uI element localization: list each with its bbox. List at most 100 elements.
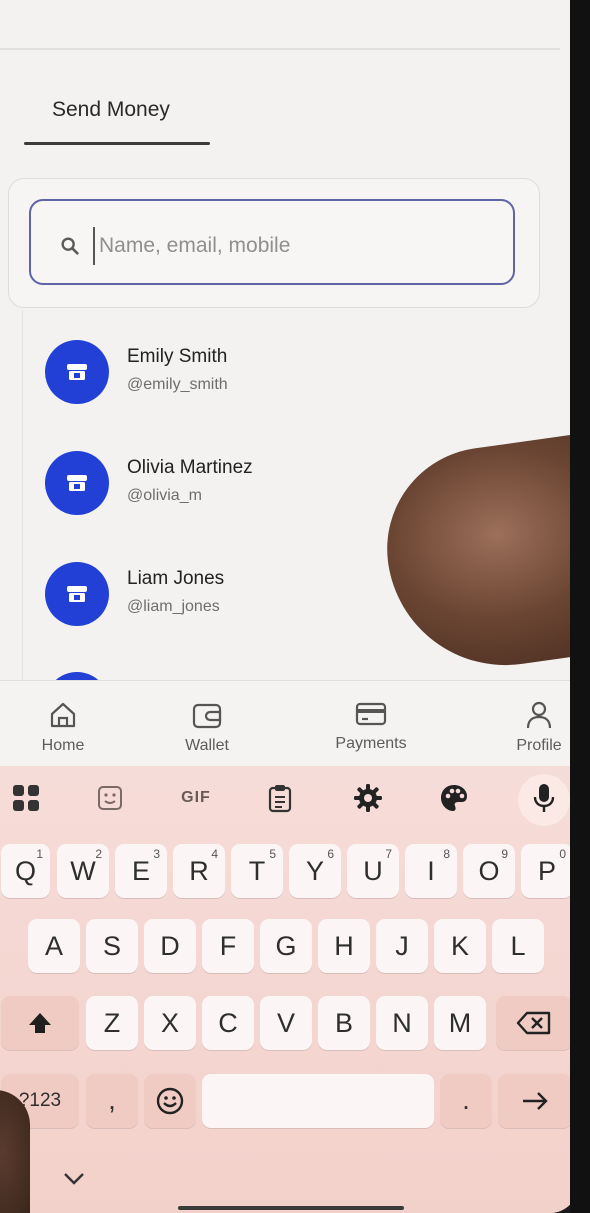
key-hint: 2 xyxy=(95,847,102,861)
key-c[interactable]: C xyxy=(202,996,254,1050)
app-screen: Send Money Emily Smith @emily_smith xyxy=(0,0,578,1213)
key-hint: 3 xyxy=(153,847,160,861)
key-u[interactable]: U7 xyxy=(347,844,399,898)
key-f[interactable]: F xyxy=(202,919,254,973)
nav-wallet[interactable]: Wallet xyxy=(152,699,262,755)
mic-icon[interactable] xyxy=(528,782,560,814)
nav-home[interactable]: Home xyxy=(8,699,118,755)
key-label: Y xyxy=(305,855,324,886)
key-x[interactable]: X xyxy=(144,996,196,1050)
person-icon xyxy=(526,701,552,729)
contact-handle: @olivia_m xyxy=(127,487,202,504)
contact-name: Emily Smith xyxy=(127,346,228,367)
key-t[interactable]: T5 xyxy=(231,844,283,898)
key-j[interactable]: J xyxy=(376,919,428,973)
key-i[interactable]: I8 xyxy=(405,844,457,898)
key-z[interactable]: Z xyxy=(86,996,138,1050)
contact-handle: @liam_jones xyxy=(127,598,220,615)
device-edge xyxy=(570,0,590,1213)
backspace-icon xyxy=(516,1011,551,1035)
search-box[interactable] xyxy=(29,199,515,285)
card-icon xyxy=(355,702,387,726)
key-v[interactable]: V xyxy=(260,996,312,1050)
nav-payments[interactable]: Payments xyxy=(316,699,426,753)
store-icon xyxy=(67,586,87,602)
nav-label: Payments xyxy=(335,735,407,752)
key-label: E xyxy=(131,855,150,886)
bottom-nav: Home Wallet Payments Profile xyxy=(0,680,578,767)
page-title: Send Money xyxy=(52,98,170,121)
search-icon xyxy=(61,237,79,255)
enter-key[interactable] xyxy=(498,1074,572,1128)
apps-grid-icon[interactable] xyxy=(10,782,42,814)
avatar xyxy=(45,451,109,515)
wallet-icon xyxy=(192,703,222,729)
nav-label: Wallet xyxy=(185,737,229,754)
key-label: Q xyxy=(14,855,36,886)
contact-name: Olivia Martinez xyxy=(127,457,253,478)
key-q[interactable]: Q1 xyxy=(1,844,50,898)
avatar xyxy=(45,340,109,404)
thumb-overlay xyxy=(0,1090,30,1213)
keyboard: G I F Q 1 W 2 E 3 R 4 T 5 Y 6 U 7 I 8 O 9 … xyxy=(0,766,578,1213)
arrow-right-icon xyxy=(523,1092,548,1110)
nav-profile[interactable]: Profile xyxy=(484,699,578,755)
key-hint: 9 xyxy=(501,847,508,861)
key-hint: 6 xyxy=(327,847,334,861)
key-s[interactable]: S xyxy=(86,919,138,973)
keyboard-toolbar: GIF xyxy=(0,766,578,832)
backspace-key[interactable] xyxy=(496,996,572,1050)
key-label: T xyxy=(248,855,266,886)
key-w[interactable]: W2 xyxy=(57,844,109,898)
gif-label: GIF xyxy=(181,789,211,806)
contact-name: Liam Jones xyxy=(127,568,225,589)
key-n[interactable]: N xyxy=(376,996,428,1050)
key-g[interactable]: G xyxy=(260,919,312,973)
contact-handle: @emily_smith xyxy=(127,376,228,393)
key-hint: 7 xyxy=(385,847,392,861)
key-label: R xyxy=(189,855,209,886)
key-b[interactable]: B xyxy=(318,996,370,1050)
sticker-icon[interactable] xyxy=(94,782,126,814)
emoji-icon xyxy=(156,1087,184,1115)
gif-button[interactable]: GIF xyxy=(176,782,216,814)
key-o[interactable]: O9 xyxy=(463,844,515,898)
key-r[interactable]: R4 xyxy=(173,844,225,898)
key-label: W xyxy=(70,855,96,886)
search-input[interactable] xyxy=(93,227,501,265)
emoji-key[interactable] xyxy=(144,1074,196,1128)
palette-icon[interactable] xyxy=(438,782,470,814)
key-label: P xyxy=(537,855,556,886)
key-m[interactable]: M xyxy=(434,996,486,1050)
store-icon xyxy=(67,475,87,491)
key-p[interactable]: P0 xyxy=(521,844,573,898)
home-icon xyxy=(50,702,76,728)
key-h[interactable]: H xyxy=(318,919,370,973)
key-e[interactable]: E3 xyxy=(115,844,167,898)
key-label: I xyxy=(427,855,435,886)
home-indicator xyxy=(178,1206,404,1210)
comma-key[interactable]: , xyxy=(86,1074,138,1128)
key-d[interactable]: D xyxy=(144,919,196,973)
nav-label: Profile xyxy=(516,737,562,754)
shift-icon xyxy=(29,1013,51,1033)
chevron-down-icon[interactable] xyxy=(60,1168,88,1188)
divider xyxy=(0,48,560,50)
gear-icon[interactable] xyxy=(352,782,384,814)
key-k[interactable]: K xyxy=(434,919,486,973)
key-label: O xyxy=(478,855,500,886)
search-card xyxy=(8,178,540,308)
tab-underline xyxy=(24,142,210,145)
clipboard-icon[interactable] xyxy=(264,782,296,814)
key-hint: 1 xyxy=(36,847,43,861)
space-key[interactable] xyxy=(202,1074,434,1128)
key-l[interactable]: L xyxy=(492,919,544,973)
key-y[interactable]: Y6 xyxy=(289,844,341,898)
key-hint: 0 xyxy=(559,847,566,861)
list-item[interactable]: Emily Smith @emily_smith xyxy=(23,340,543,420)
shift-key[interactable] xyxy=(1,996,79,1050)
key-label: U xyxy=(363,855,383,886)
key-a[interactable]: A xyxy=(28,919,80,973)
key-hint: 5 xyxy=(269,847,276,861)
period-key[interactable]: . xyxy=(440,1074,492,1128)
